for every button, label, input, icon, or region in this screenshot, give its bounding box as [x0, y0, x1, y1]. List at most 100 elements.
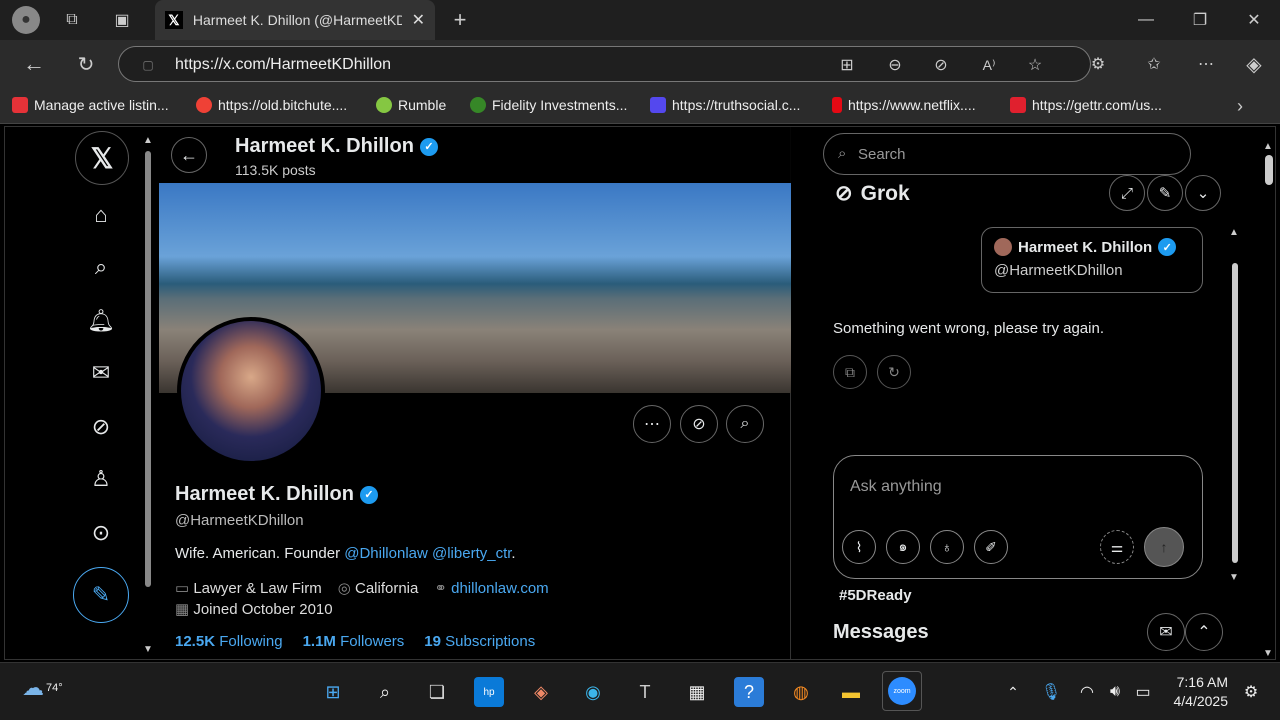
- search-profile-button[interactable]: ⌕: [726, 405, 764, 443]
- bookmark-truthsocial[interactable]: https://truthsocial.c...: [650, 97, 800, 113]
- home-icon[interactable]: ⌂: [79, 193, 123, 237]
- more-circle-icon[interactable]: ⊙: [79, 511, 123, 555]
- close-tab-icon[interactable]: ✕: [412, 10, 425, 30]
- profile-website[interactable]: ⚭ dhillonlaw.com: [434, 579, 548, 597]
- ask-input[interactable]: Ask anything: [850, 478, 942, 496]
- bookmarks-overflow-icon[interactable]: ›: [1230, 94, 1250, 118]
- zoom-icon[interactable]: zoom: [882, 671, 922, 711]
- search-icon: ⌕: [838, 145, 847, 162]
- new-message-button[interactable]: ✉: [1147, 613, 1185, 651]
- profile-avatar-icon[interactable]: ●: [12, 6, 40, 34]
- attach-button[interactable]: ⌇: [842, 530, 876, 564]
- clock[interactable]: 7:16 AM 4/4/2025: [1174, 673, 1229, 711]
- get-help-icon[interactable]: ?: [734, 677, 764, 707]
- tab-actions-icon[interactable]: ▣: [110, 8, 134, 32]
- myhp-icon[interactable]: hp: [474, 677, 504, 707]
- task-view-icon[interactable]: ❏: [422, 677, 452, 707]
- minimize-icon[interactable]: —: [1134, 6, 1158, 34]
- show-hidden-icons-chevron-up-icon[interactable]: ⌃: [998, 677, 1028, 707]
- copy-button[interactable]: ⧉: [833, 355, 867, 389]
- deepsearch-button[interactable]: ๑: [886, 530, 920, 564]
- site-info-icon[interactable]: ▢: [139, 56, 157, 74]
- grok-user-card[interactable]: Harmeet K. Dhillon ✓ @HarmeetKDhillon: [981, 227, 1203, 293]
- restore-icon[interactable]: ❐: [1188, 6, 1212, 34]
- explore-search-icon[interactable]: ⌕: [79, 245, 123, 289]
- active-tab[interactable]: 𝕏 Harmeet K. Dhillon (@HarmeetKD ✕: [155, 0, 435, 40]
- read-aloud-icon[interactable]: A⁾: [979, 55, 999, 75]
- left-scrollbar[interactable]: ▲ ▼: [143, 135, 153, 655]
- gettr-icon: [1010, 97, 1026, 113]
- bookmark-gettr[interactable]: https://gettr.com/us...: [1010, 97, 1162, 113]
- verified-badge-icon: ✓: [419, 137, 438, 156]
- tracking-prevention-icon[interactable]: ⊘: [931, 55, 951, 75]
- firefox-icon[interactable]: ◍: [786, 677, 816, 707]
- grok-icon[interactable]: ⊘: [79, 405, 123, 449]
- fidelity-icon: [470, 97, 486, 113]
- grok-collapse-button[interactable]: ⌄: [1185, 175, 1221, 211]
- zoom-out-icon[interactable]: ⊖: [885, 55, 905, 75]
- favorite-star-icon[interactable]: ☆: [1025, 55, 1045, 75]
- back-icon[interactable]: ←: [20, 50, 48, 78]
- close-window-icon[interactable]: ✕: [1242, 6, 1266, 34]
- battery-icon[interactable]: ▭: [1128, 677, 1158, 707]
- x-logo-icon[interactable]: 𝕏: [75, 131, 129, 185]
- favorites-icon[interactable]: ✩: [1142, 52, 1166, 76]
- copilot-app-icon[interactable]: ◈: [526, 677, 556, 707]
- notifications-icon[interactable]: ⚙: [1236, 677, 1266, 707]
- x-page: 𝕏 ⌂ ⌕ 🔔︎ ✉ ⊘ ♙ ⊙ ✎ ▲ ▼ ← Harmeet K. Dhil…: [4, 126, 1276, 660]
- search-input[interactable]: ⌕ Search: [823, 133, 1191, 175]
- followers-link[interactable]: 1.1M Followers: [303, 633, 405, 650]
- volume-icon[interactable]: 🔊︎: [1100, 677, 1130, 707]
- following-link[interactable]: 12.5K Following: [175, 633, 283, 650]
- trend-tag[interactable]: #5DReady: [839, 587, 912, 604]
- file-explorer-icon[interactable]: ▬: [836, 677, 866, 707]
- more-menu-icon[interactable]: ⋯: [1194, 52, 1218, 76]
- bookmark-netflix[interactable]: https://www.netflix....: [832, 97, 976, 113]
- search-icon[interactable]: ⌕: [370, 677, 400, 707]
- left-nav: 𝕏 ⌂ ⌕ 🔔︎ ✉ ⊘ ♙ ⊙ ✎ ▲ ▼: [5, 127, 155, 659]
- grok-ask-box[interactable]: Ask anything ⌇ ๑ ♁ ✐ ⚌ ↑: [833, 455, 1203, 579]
- microphone-icon[interactable]: 🎙︎: [1036, 677, 1066, 707]
- microsoft-store-icon[interactable]: ▦: [682, 677, 712, 707]
- extensions-icon[interactable]: ⚙: [1086, 52, 1110, 76]
- teams-icon[interactable]: T: [630, 677, 660, 707]
- app-available-icon[interactable]: ⊞: [837, 55, 857, 75]
- netflix-icon: [832, 97, 842, 113]
- draw-button[interactable]: ✐: [974, 530, 1008, 564]
- notifications-bell-icon[interactable]: 🔔︎: [79, 299, 123, 343]
- page-scrollbar[interactable]: ▲ ▼: [1263, 141, 1275, 659]
- refresh-icon[interactable]: ↻: [72, 50, 100, 78]
- bookmark-fidelity[interactable]: Fidelity Investments...: [470, 97, 627, 113]
- send-button[interactable]: ↑: [1144, 527, 1184, 567]
- subscriptions-link[interactable]: 19 Subscriptions: [424, 633, 535, 650]
- profile-person-icon[interactable]: ♙: [79, 457, 123, 501]
- post-compose-icon[interactable]: ✎: [73, 567, 129, 623]
- wifi-icon[interactable]: ◠: [1072, 677, 1102, 707]
- url-field[interactable]: ▢ https://x.com/HarmeetKDhillon ⊞ ⊖ ⊘ A⁾…: [118, 46, 1091, 82]
- think-button[interactable]: ♁: [930, 530, 964, 564]
- paperclip-icon: ⌇: [855, 538, 863, 555]
- bookmark-ebay[interactable]: Manage active listin...: [12, 97, 169, 113]
- settings-button[interactable]: ⚌: [1100, 530, 1134, 564]
- bio-link-liberty-ctr[interactable]: @liberty_ctr: [432, 545, 511, 562]
- more-options-button[interactable]: ⋯: [633, 405, 671, 443]
- retry-button[interactable]: ↻: [877, 355, 911, 389]
- copilot-icon[interactable]: ◈: [1240, 50, 1268, 78]
- bio-link-dhillonlaw[interactable]: @Dhillonlaw: [344, 545, 428, 562]
- profile-avatar[interactable]: [177, 317, 325, 465]
- back-button[interactable]: ←: [171, 137, 207, 173]
- bookmark-rumble[interactable]: Rumble: [376, 97, 446, 113]
- bookmark-bitchute[interactable]: https://old.bitchute....: [196, 97, 347, 113]
- messages-mail-icon[interactable]: ✉: [79, 351, 123, 395]
- new-tab-icon[interactable]: +: [448, 6, 472, 34]
- collections-icon[interactable]: ⧉: [60, 8, 84, 32]
- grok-scrollbar[interactable]: ▲ ▼: [1229, 227, 1241, 583]
- grok-expand-button[interactable]: ⤢: [1109, 175, 1145, 211]
- edge-browser-icon[interactable]: ◉: [578, 677, 608, 707]
- grok-new-chat-button[interactable]: ✎: [1147, 175, 1183, 211]
- refresh-icon: ↻: [888, 363, 900, 380]
- grok-profile-button[interactable]: ⊘: [680, 405, 718, 443]
- expand-messages-button[interactable]: ⌃: [1185, 613, 1223, 651]
- weather-widget[interactable]: ☁ 74°: [22, 675, 63, 701]
- start-windows-icon[interactable]: ⊞: [318, 677, 348, 707]
